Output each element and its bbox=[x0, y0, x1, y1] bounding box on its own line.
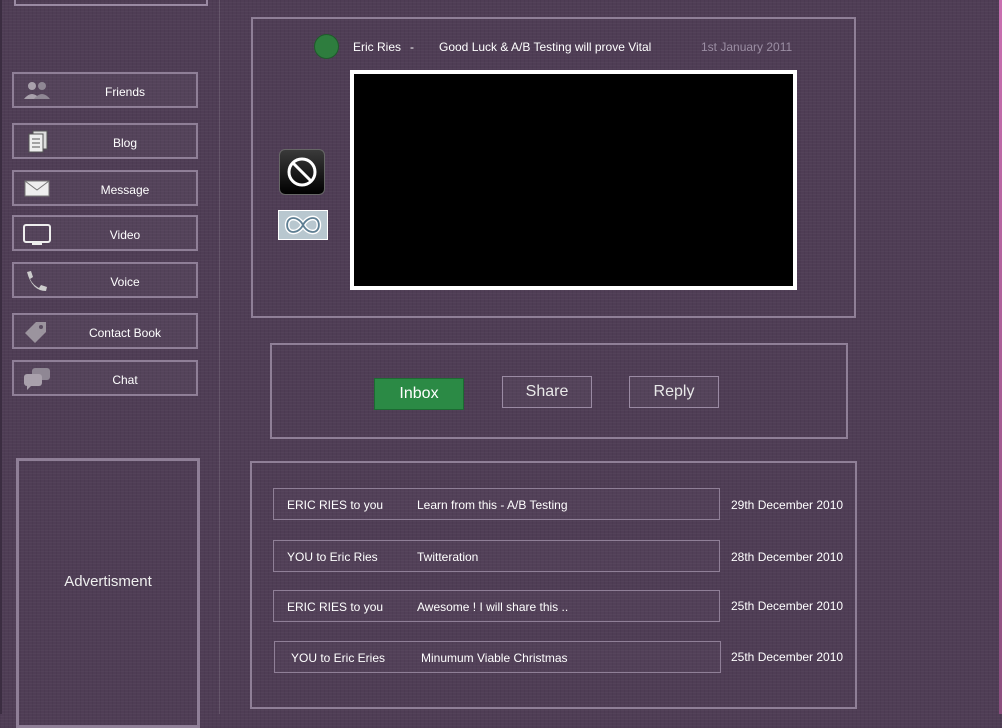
sidebar-item-video[interactable]: Video bbox=[12, 215, 198, 251]
message-subject: Twitteration bbox=[417, 550, 479, 564]
loop-button[interactable] bbox=[278, 210, 328, 240]
left-edge bbox=[0, 0, 2, 714]
sidebar-item-voice[interactable]: Voice bbox=[12, 262, 198, 298]
message-from: YOU to Eric Ries bbox=[287, 550, 378, 564]
message-date: 25th December 2010 bbox=[731, 599, 844, 613]
sidebar-item-label: Contact Book bbox=[88, 326, 162, 340]
phone-icon bbox=[27, 271, 47, 291]
block-icon bbox=[287, 157, 317, 187]
message-subject: Learn from this - A/B Testing bbox=[417, 498, 568, 512]
message-from: ERIC RIES to you bbox=[287, 600, 384, 614]
sidebar-item-label: Chat bbox=[112, 373, 138, 387]
infinity-icon bbox=[284, 215, 322, 235]
envelope-icon bbox=[24, 180, 50, 197]
share-button[interactable]: Share bbox=[502, 376, 592, 408]
message-subject: Minumum Viable Christmas bbox=[421, 651, 568, 665]
sidebar-item-label: Video bbox=[109, 228, 141, 242]
chat-bubbles-icon bbox=[24, 368, 50, 390]
message-row[interactable]: ERIC RIES to you Awesome ! I will share … bbox=[273, 590, 720, 622]
message-row[interactable]: YOU to Eric Ries Twitteration bbox=[273, 540, 720, 572]
message-row[interactable]: ERIC RIES to you Learn from this - A/B T… bbox=[273, 488, 720, 520]
sidebar-item-label: Message bbox=[100, 183, 150, 197]
message-subject: Awesome ! I will share this .. bbox=[417, 600, 569, 614]
post-title: Good Luck & A/B Testing will prove Vital bbox=[439, 40, 652, 54]
top-tab bbox=[14, 0, 208, 6]
reply-button[interactable]: Reply bbox=[629, 376, 719, 408]
inbox-button[interactable]: Inbox bbox=[374, 378, 464, 410]
sidebar-item-blog[interactable]: Blog bbox=[12, 123, 198, 159]
message-from: YOU to Eric Eries bbox=[291, 651, 386, 665]
sidebar-item-label: Friends bbox=[104, 85, 145, 99]
sidebar-item-contact-book[interactable]: Contact Book bbox=[12, 313, 198, 349]
message-date: 25th December 2010 bbox=[731, 650, 844, 664]
advertisement-label: Advertisment bbox=[64, 573, 152, 590]
post-separator: - bbox=[410, 40, 414, 54]
sidebar-item-chat[interactable]: Chat bbox=[12, 360, 198, 396]
video-player[interactable] bbox=[350, 70, 797, 290]
advertisement-box[interactable]: Advertisment bbox=[16, 458, 200, 728]
tag-icon bbox=[25, 322, 46, 343]
block-button[interactable] bbox=[279, 149, 325, 195]
message-row[interactable]: YOU to Eric Eries Minumum Viable Christm… bbox=[274, 641, 721, 673]
screen-icon bbox=[23, 224, 51, 245]
sidebar-item-label: Voice bbox=[110, 275, 140, 289]
sidebar-item-message[interactable]: Message bbox=[12, 170, 198, 206]
blog-icon bbox=[28, 130, 48, 153]
friends-icon bbox=[24, 82, 50, 99]
post-date: 1st January 2011 bbox=[701, 40, 793, 54]
message-date: 29th December 2010 bbox=[731, 498, 844, 512]
sidebar-item-label: Blog bbox=[112, 136, 138, 150]
sidebar-divider bbox=[219, 0, 220, 714]
message-date: 28th December 2010 bbox=[731, 550, 844, 564]
message-from: ERIC RIES to you bbox=[287, 498, 384, 512]
status-indicator bbox=[314, 34, 339, 59]
sidebar-item-friends[interactable]: Friends bbox=[12, 72, 198, 108]
post-author: Eric Ries bbox=[353, 40, 402, 54]
